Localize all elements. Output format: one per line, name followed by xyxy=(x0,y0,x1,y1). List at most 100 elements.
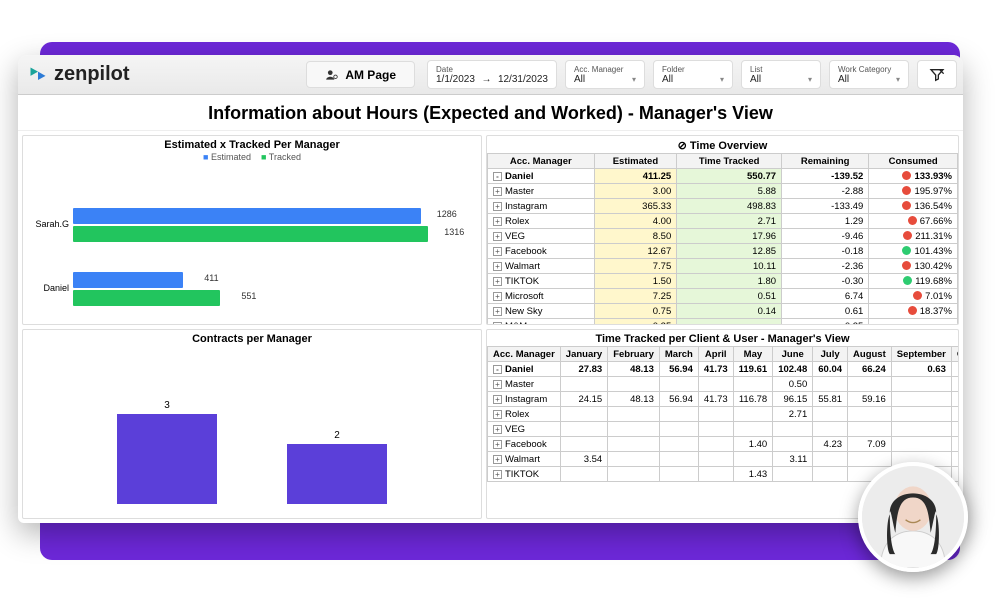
row-label[interactable]: +Instagram xyxy=(488,392,561,407)
expand-toggle-icon[interactable]: + xyxy=(493,202,502,211)
cell: 0.25 xyxy=(594,319,677,325)
cell xyxy=(677,319,782,325)
cell: 0.51 xyxy=(677,289,782,304)
clear-filters-button[interactable] xyxy=(917,60,957,89)
expand-toggle-icon[interactable]: + xyxy=(493,455,502,464)
consumed-cell: 130.42% xyxy=(869,259,958,274)
col-header[interactable]: May xyxy=(733,347,773,362)
col-header[interactable]: October xyxy=(951,347,958,362)
cell: 48.13 xyxy=(608,392,660,407)
expand-toggle-icon[interactable]: + xyxy=(493,380,502,389)
cell xyxy=(951,452,958,467)
expand-toggle-icon[interactable]: + xyxy=(493,277,502,286)
row-label[interactable]: +TIKTOK xyxy=(488,467,561,482)
col-header[interactable]: March xyxy=(659,347,698,362)
bar-tracked[interactable]: 551 xyxy=(73,290,220,306)
consumed-cell: 211.31% xyxy=(869,229,958,244)
cell xyxy=(733,377,773,392)
expand-toggle-icon[interactable]: + xyxy=(493,307,502,316)
expand-toggle-icon[interactable]: - xyxy=(493,172,502,181)
cell xyxy=(733,407,773,422)
col-header[interactable]: Time Tracked xyxy=(677,154,782,169)
filter-acc-manager[interactable]: Acc. Manager All▾ xyxy=(565,60,645,89)
status-dot-icon xyxy=(903,276,912,285)
row-label[interactable]: +Rolex xyxy=(488,214,595,229)
cell xyxy=(891,377,951,392)
col-header[interactable]: Acc. Manager xyxy=(488,154,595,169)
filter-work-category[interactable]: Work Category All▾ xyxy=(829,60,909,89)
cell: 5.88 xyxy=(677,184,782,199)
filter-list[interactable]: List All▾ xyxy=(741,60,821,89)
col-header[interactable]: February xyxy=(608,347,660,362)
expand-toggle-icon[interactable]: + xyxy=(493,410,502,419)
col-header[interactable]: August xyxy=(848,347,892,362)
cell: 119.61 xyxy=(733,362,773,377)
table-row: +New Sky0.750.140.6118.37% xyxy=(488,304,958,319)
content-grid: Estimated x Tracked Per Manager Estimate… xyxy=(18,131,963,523)
col-header[interactable]: Acc. Manager xyxy=(488,347,561,362)
row-label[interactable]: +VEG xyxy=(488,229,595,244)
row-label[interactable]: +VEG xyxy=(488,422,561,437)
cell xyxy=(848,422,892,437)
row-label[interactable]: +Rolex xyxy=(488,407,561,422)
expand-toggle-icon[interactable]: + xyxy=(493,470,502,479)
am-page-button[interactable]: AM Page xyxy=(306,61,415,88)
expand-toggle-icon[interactable]: + xyxy=(493,440,502,449)
row-label[interactable]: +Walmart xyxy=(488,452,561,467)
cell: 1.29 xyxy=(782,214,869,229)
cell xyxy=(951,437,958,452)
bar-estimated[interactable]: 1286 xyxy=(73,208,421,224)
col-header[interactable]: Remaining xyxy=(782,154,869,169)
contract-bar[interactable]: 3 xyxy=(117,414,217,504)
bar-estimated[interactable]: 411 xyxy=(73,272,183,288)
expand-toggle-icon[interactable]: + xyxy=(493,322,502,325)
expand-toggle-icon[interactable]: + xyxy=(493,292,502,301)
row-label[interactable]: -Daniel xyxy=(488,362,561,377)
row-label[interactable]: +Instagram xyxy=(488,199,595,214)
cell: 0.50 xyxy=(773,377,813,392)
expand-toggle-icon[interactable]: + xyxy=(493,232,502,241)
cell xyxy=(813,407,848,422)
panel-title: ⊘ Time Overview xyxy=(487,136,958,153)
status-dot-icon xyxy=(902,261,911,270)
row-label[interactable]: +Master xyxy=(488,377,561,392)
col-header[interactable]: July xyxy=(813,347,848,362)
col-header[interactable]: Consumed xyxy=(869,154,958,169)
panel-title: Estimated x Tracked Per Manager xyxy=(23,136,481,152)
cell: 498.83 xyxy=(677,199,782,214)
col-header[interactable]: January xyxy=(560,347,607,362)
contract-bar[interactable]: 2 xyxy=(287,444,387,504)
row-label[interactable]: +Walmart xyxy=(488,259,595,274)
row-label[interactable]: +Facebook xyxy=(488,437,561,452)
assistant-avatar[interactable] xyxy=(858,462,968,572)
row-label[interactable]: +New Sky xyxy=(488,304,595,319)
cell: 56.94 xyxy=(659,362,698,377)
col-header[interactable]: Estimated xyxy=(594,154,677,169)
row-label[interactable]: +TIKTOK xyxy=(488,274,595,289)
row-label[interactable]: -Daniel xyxy=(488,169,595,184)
filter-folder[interactable]: Folder All▾ xyxy=(653,60,733,89)
expand-toggle-icon[interactable]: + xyxy=(493,247,502,256)
bar-tracked[interactable]: 1316 xyxy=(73,226,428,242)
funnel-clear-icon xyxy=(929,67,945,83)
expand-toggle-icon[interactable]: + xyxy=(493,395,502,404)
expand-toggle-icon[interactable]: + xyxy=(493,425,502,434)
expand-toggle-icon[interactable]: + xyxy=(493,262,502,271)
expand-toggle-icon[interactable]: + xyxy=(493,217,502,226)
filter-date[interactable]: Date 1/1/2023→12/31/2023 xyxy=(427,60,557,89)
cell: -9.46 xyxy=(782,229,869,244)
row-label[interactable]: +Master xyxy=(488,184,595,199)
col-header[interactable]: September xyxy=(891,347,951,362)
row-label[interactable]: +Microsoft xyxy=(488,289,595,304)
expand-toggle-icon[interactable]: + xyxy=(493,187,502,196)
cell: 60.04 xyxy=(813,362,848,377)
status-dot-icon xyxy=(908,306,917,315)
page-title: Information about Hours (Expected and Wo… xyxy=(18,95,963,131)
cell: 7.75 xyxy=(594,259,677,274)
row-label[interactable]: +M&M xyxy=(488,319,595,325)
col-header[interactable]: June xyxy=(773,347,813,362)
col-header[interactable]: April xyxy=(698,347,733,362)
row-label[interactable]: +Facebook xyxy=(488,244,595,259)
cell xyxy=(813,452,848,467)
expand-toggle-icon[interactable]: - xyxy=(493,365,502,374)
